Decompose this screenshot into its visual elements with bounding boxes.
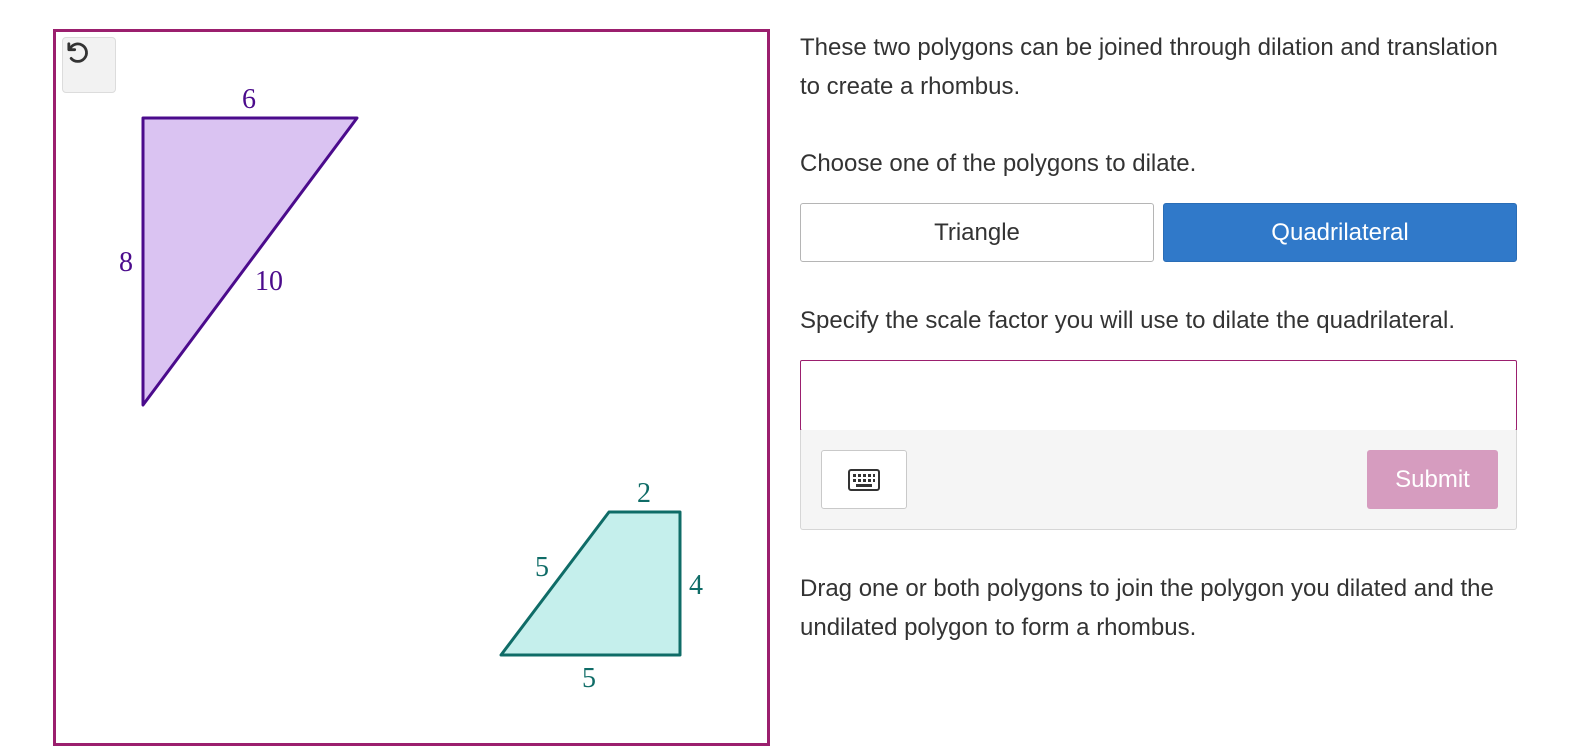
quad-label-right: 4: [689, 570, 703, 601]
triangle-polygon[interactable]: [141, 116, 359, 407]
polygon-canvas: 6 8 10 2 4 5 5: [53, 29, 770, 746]
triangle-label-hypotenuse: 10: [255, 266, 283, 297]
reset-button[interactable]: [62, 37, 116, 93]
quad-label-slant: 5: [535, 552, 549, 583]
reset-icon: [67, 42, 88, 63]
triangle-option-label: Triangle: [934, 218, 1020, 246]
answer-toolbar: Submit: [800, 430, 1517, 530]
quad-label-bottom: 5: [582, 663, 596, 694]
triangle-label-left: 8: [119, 247, 133, 278]
choose-prompt: Choose one of the polygons to dilate.: [800, 150, 1197, 177]
quadrilateral-polygon[interactable]: [499, 510, 682, 657]
keyboard-icon: [848, 468, 880, 491]
scale-factor-input[interactable]: [800, 360, 1517, 431]
triangle-option-button[interactable]: Triangle: [800, 203, 1154, 262]
triangle-label-top: 6: [242, 84, 256, 115]
keyboard-button[interactable]: [821, 450, 907, 509]
quadrilateral-option-label: Quadrilateral: [1271, 218, 1409, 246]
quadrilateral-option-button[interactable]: Quadrilateral: [1163, 203, 1517, 262]
submit-button[interactable]: Submit: [1367, 450, 1498, 509]
drag-prompt: Drag one or both polygons to join the po…: [800, 575, 1494, 641]
intro-text: These two polygons can be joined through…: [800, 34, 1498, 100]
quad-label-top: 2: [637, 478, 651, 509]
polygon-drawing: 6 8 10 2 4 5 5: [119, 84, 703, 694]
scale-prompt: Specify the scale factor you will use to…: [800, 307, 1456, 334]
